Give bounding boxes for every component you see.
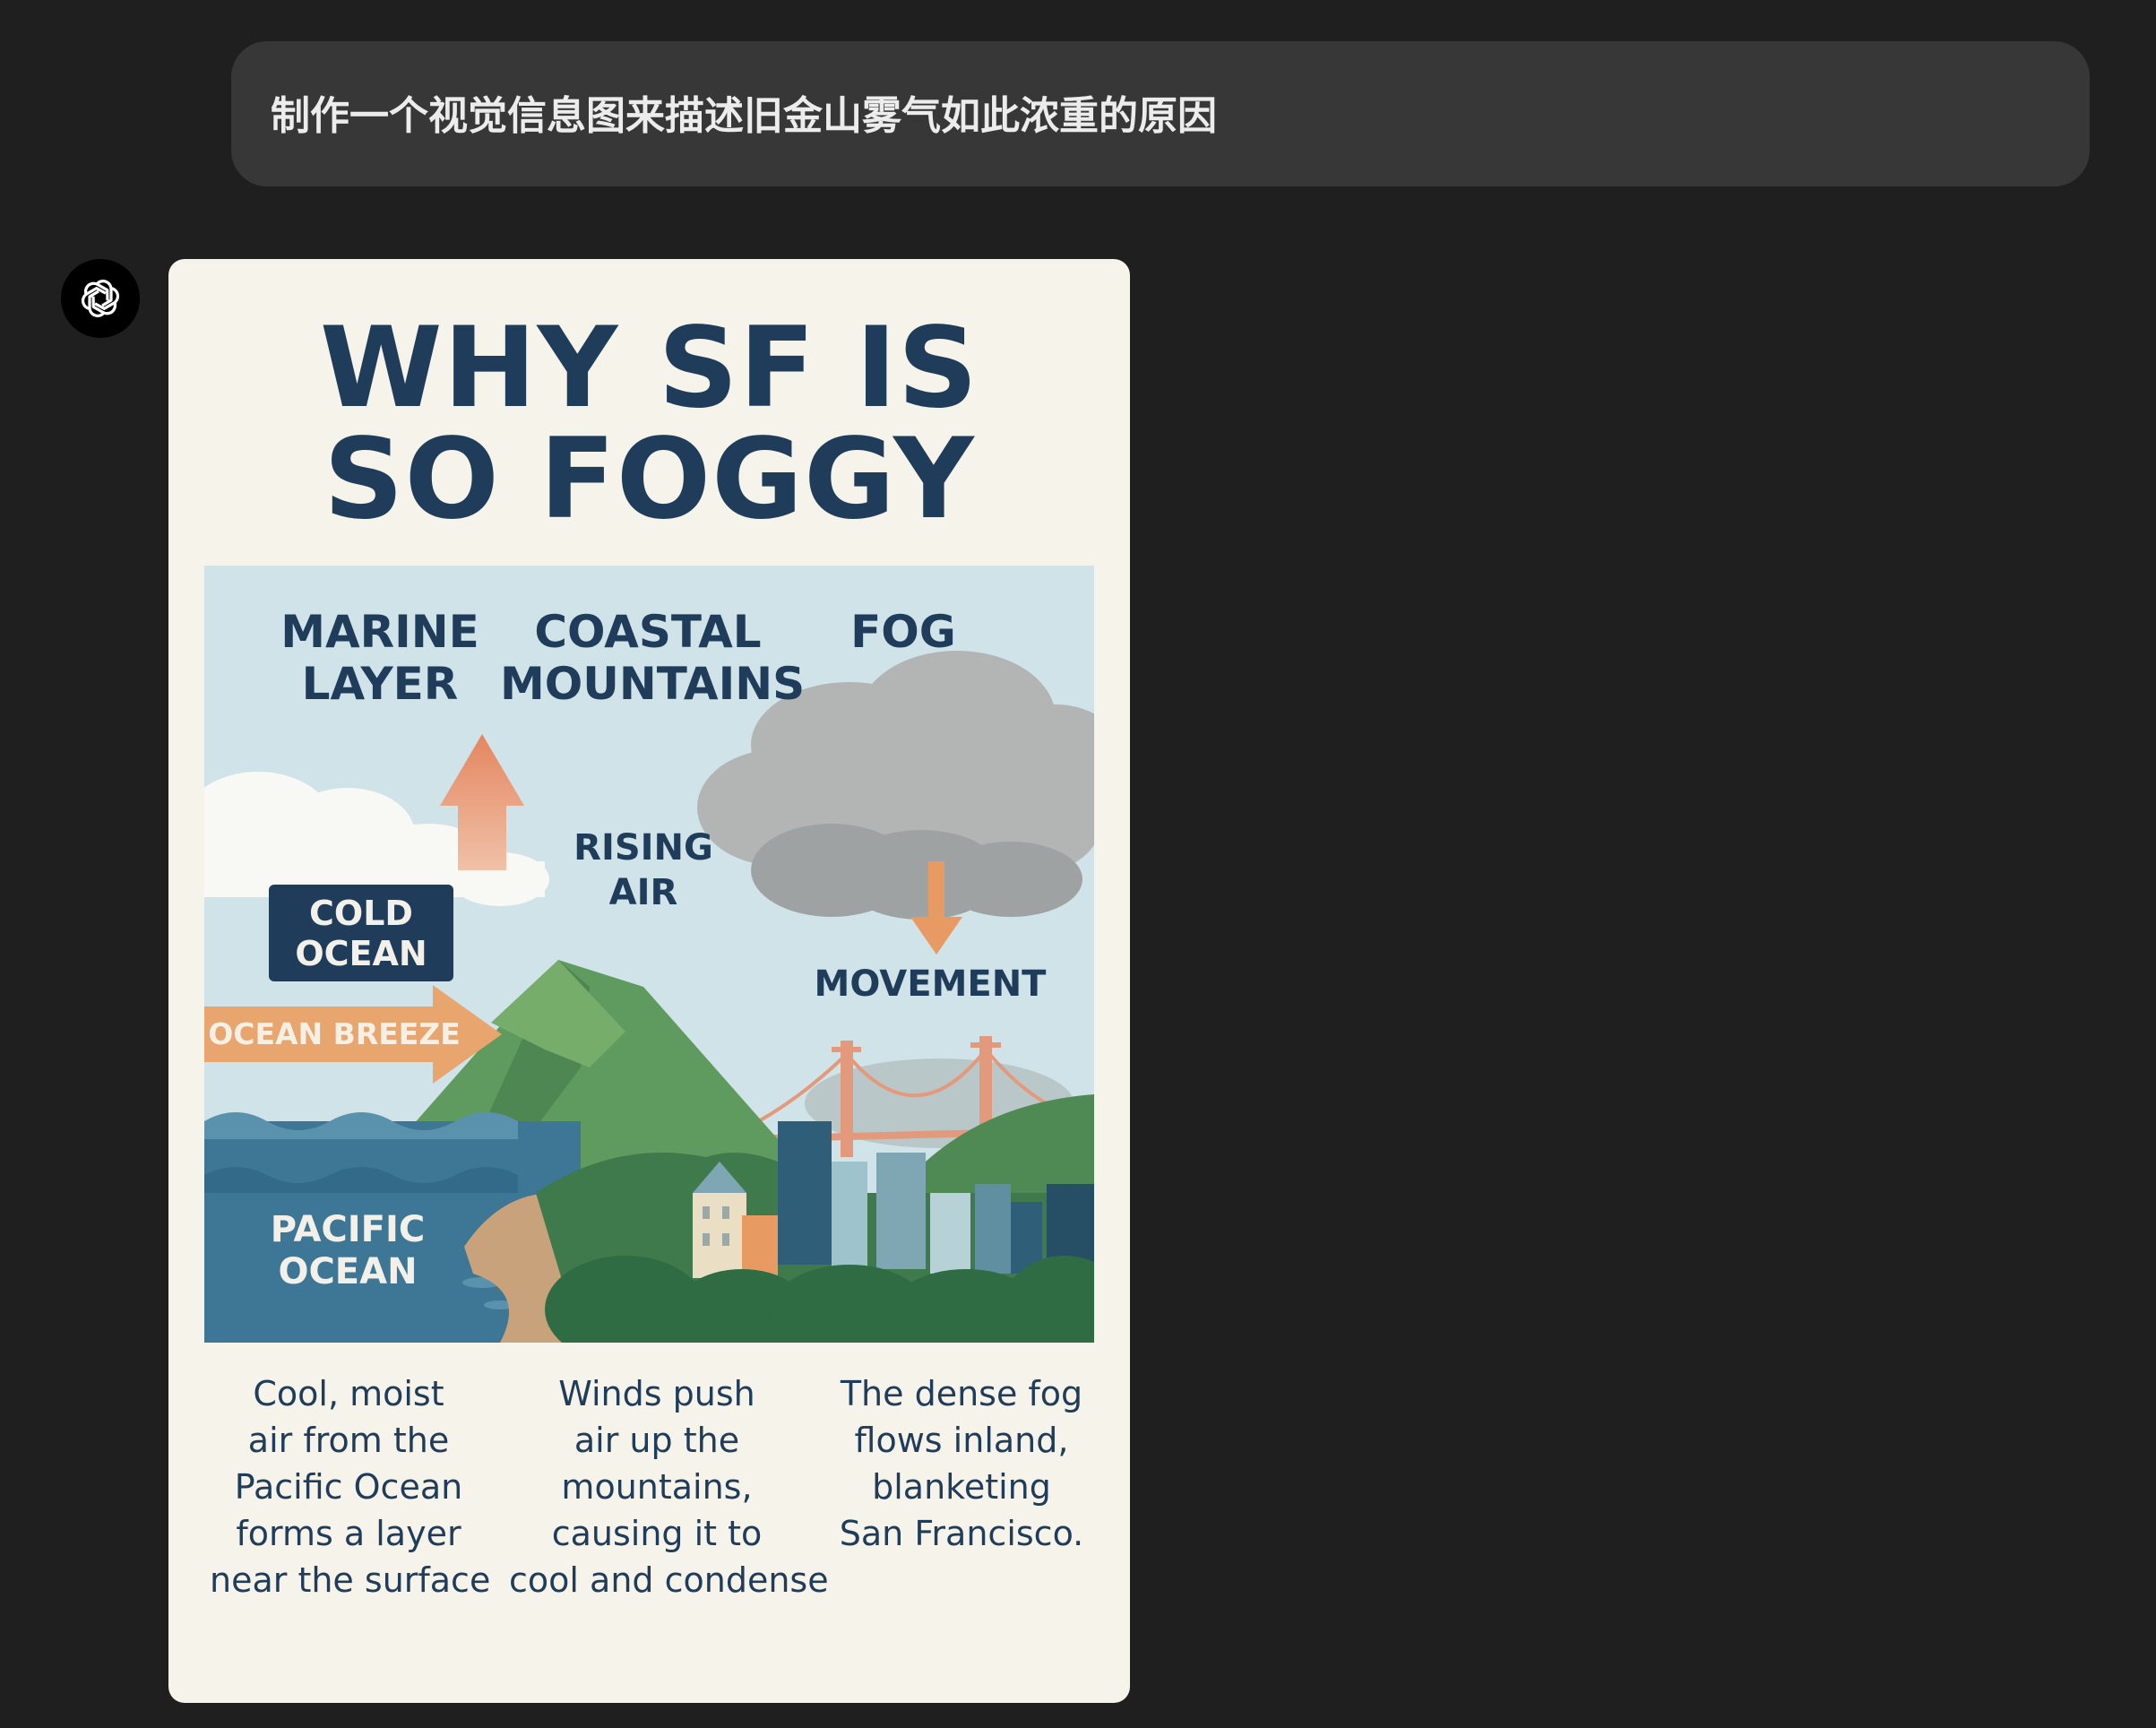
description-line: air from the: [247, 1421, 450, 1460]
marine-layer-description: Cool, moist air from the Pacific Ocean f…: [210, 1370, 491, 1603]
coastal-mountains-heading-line-1: COASTAL: [534, 606, 762, 658]
ocean-breeze-label: OCEAN BREEZE: [208, 1016, 461, 1051]
cold-ocean-label: COLD OCEAN: [269, 885, 453, 981]
description-line: Pacific Ocean: [234, 1467, 463, 1507]
infographic-title-line-1: WHY SF IS: [319, 304, 979, 433]
coastal-mountains-description: Winds push air up the mountains, causing…: [509, 1370, 829, 1603]
cold-ocean-label-line-2: OCEAN: [295, 934, 427, 973]
generated-infographic-image[interactable]: WHY SF IS SO FOGGY MARINE LAYER COASTAL …: [168, 259, 1130, 1703]
ocean-wave-2: [204, 1167, 518, 1193]
marine-layer-heading-line-2: LAYER: [301, 658, 459, 710]
infographic-title-line-2: SO FOGGY: [323, 415, 975, 544]
pacific-ocean-label-line-1: PACIFIC: [270, 1209, 426, 1250]
rising-air-label-line-1: RISING: [573, 827, 713, 868]
description-line: blanketing: [872, 1467, 1051, 1507]
coastal-mountains-heading-line-2: MOUNTAINS: [500, 658, 806, 710]
openai-logo-glyph: [81, 280, 120, 317]
marine-layer-heading: MARINE LAYER: [272, 606, 487, 710]
pacific-ocean-label: PACIFIC OCEAN: [258, 1209, 437, 1293]
description-line: forms a layer: [236, 1514, 461, 1553]
description-line: mountains,: [561, 1467, 753, 1507]
user-message-bubble: 制作一个视觉信息图来描述旧金山雾气如此浓重的原因: [231, 41, 2090, 186]
description-line: The dense fog: [840, 1374, 1083, 1413]
description-line: near the surface: [210, 1560, 491, 1600]
description-line: cool and condense: [509, 1560, 829, 1600]
infographic-illustration: MARINE LAYER COASTAL MOUNTAINS FOG COLD …: [204, 566, 1094, 1343]
pacific-ocean-label-line-2: OCEAN: [278, 1251, 418, 1292]
description-line: San Francisco.: [839, 1514, 1084, 1553]
description-line: causing it to: [551, 1514, 763, 1553]
rising-air-label-line-2: AIR: [608, 872, 678, 913]
movement-label: MOVEMENT: [814, 963, 1047, 1005]
user-message-text: 制作一个视觉信息图来描述旧金山雾气如此浓重的原因: [271, 93, 1217, 139]
description-line: air up the: [573, 1421, 740, 1460]
description-line: flows inland,: [854, 1421, 1069, 1460]
description-line: Cool, moist: [253, 1374, 444, 1413]
coastal-mountains-heading: COASTAL MOUNTAINS: [500, 606, 806, 710]
cold-ocean-label-line-1: COLD: [309, 894, 413, 933]
rising-air-label: RISING AIR: [554, 825, 733, 915]
fog-heading: FOG: [850, 606, 956, 658]
chat-page: 制作一个视觉信息图来描述旧金山雾气如此浓重的原因 WHY SF IS SO FO…: [0, 0, 2156, 1728]
description-line: Winds push: [558, 1374, 755, 1413]
openai-logo-icon: [61, 259, 140, 338]
ocean-wave-1: [204, 1112, 518, 1139]
marine-layer-heading-line-1: MARINE: [280, 606, 479, 658]
fog-description: The dense fog flows inland, blanketing S…: [818, 1370, 1105, 1557]
